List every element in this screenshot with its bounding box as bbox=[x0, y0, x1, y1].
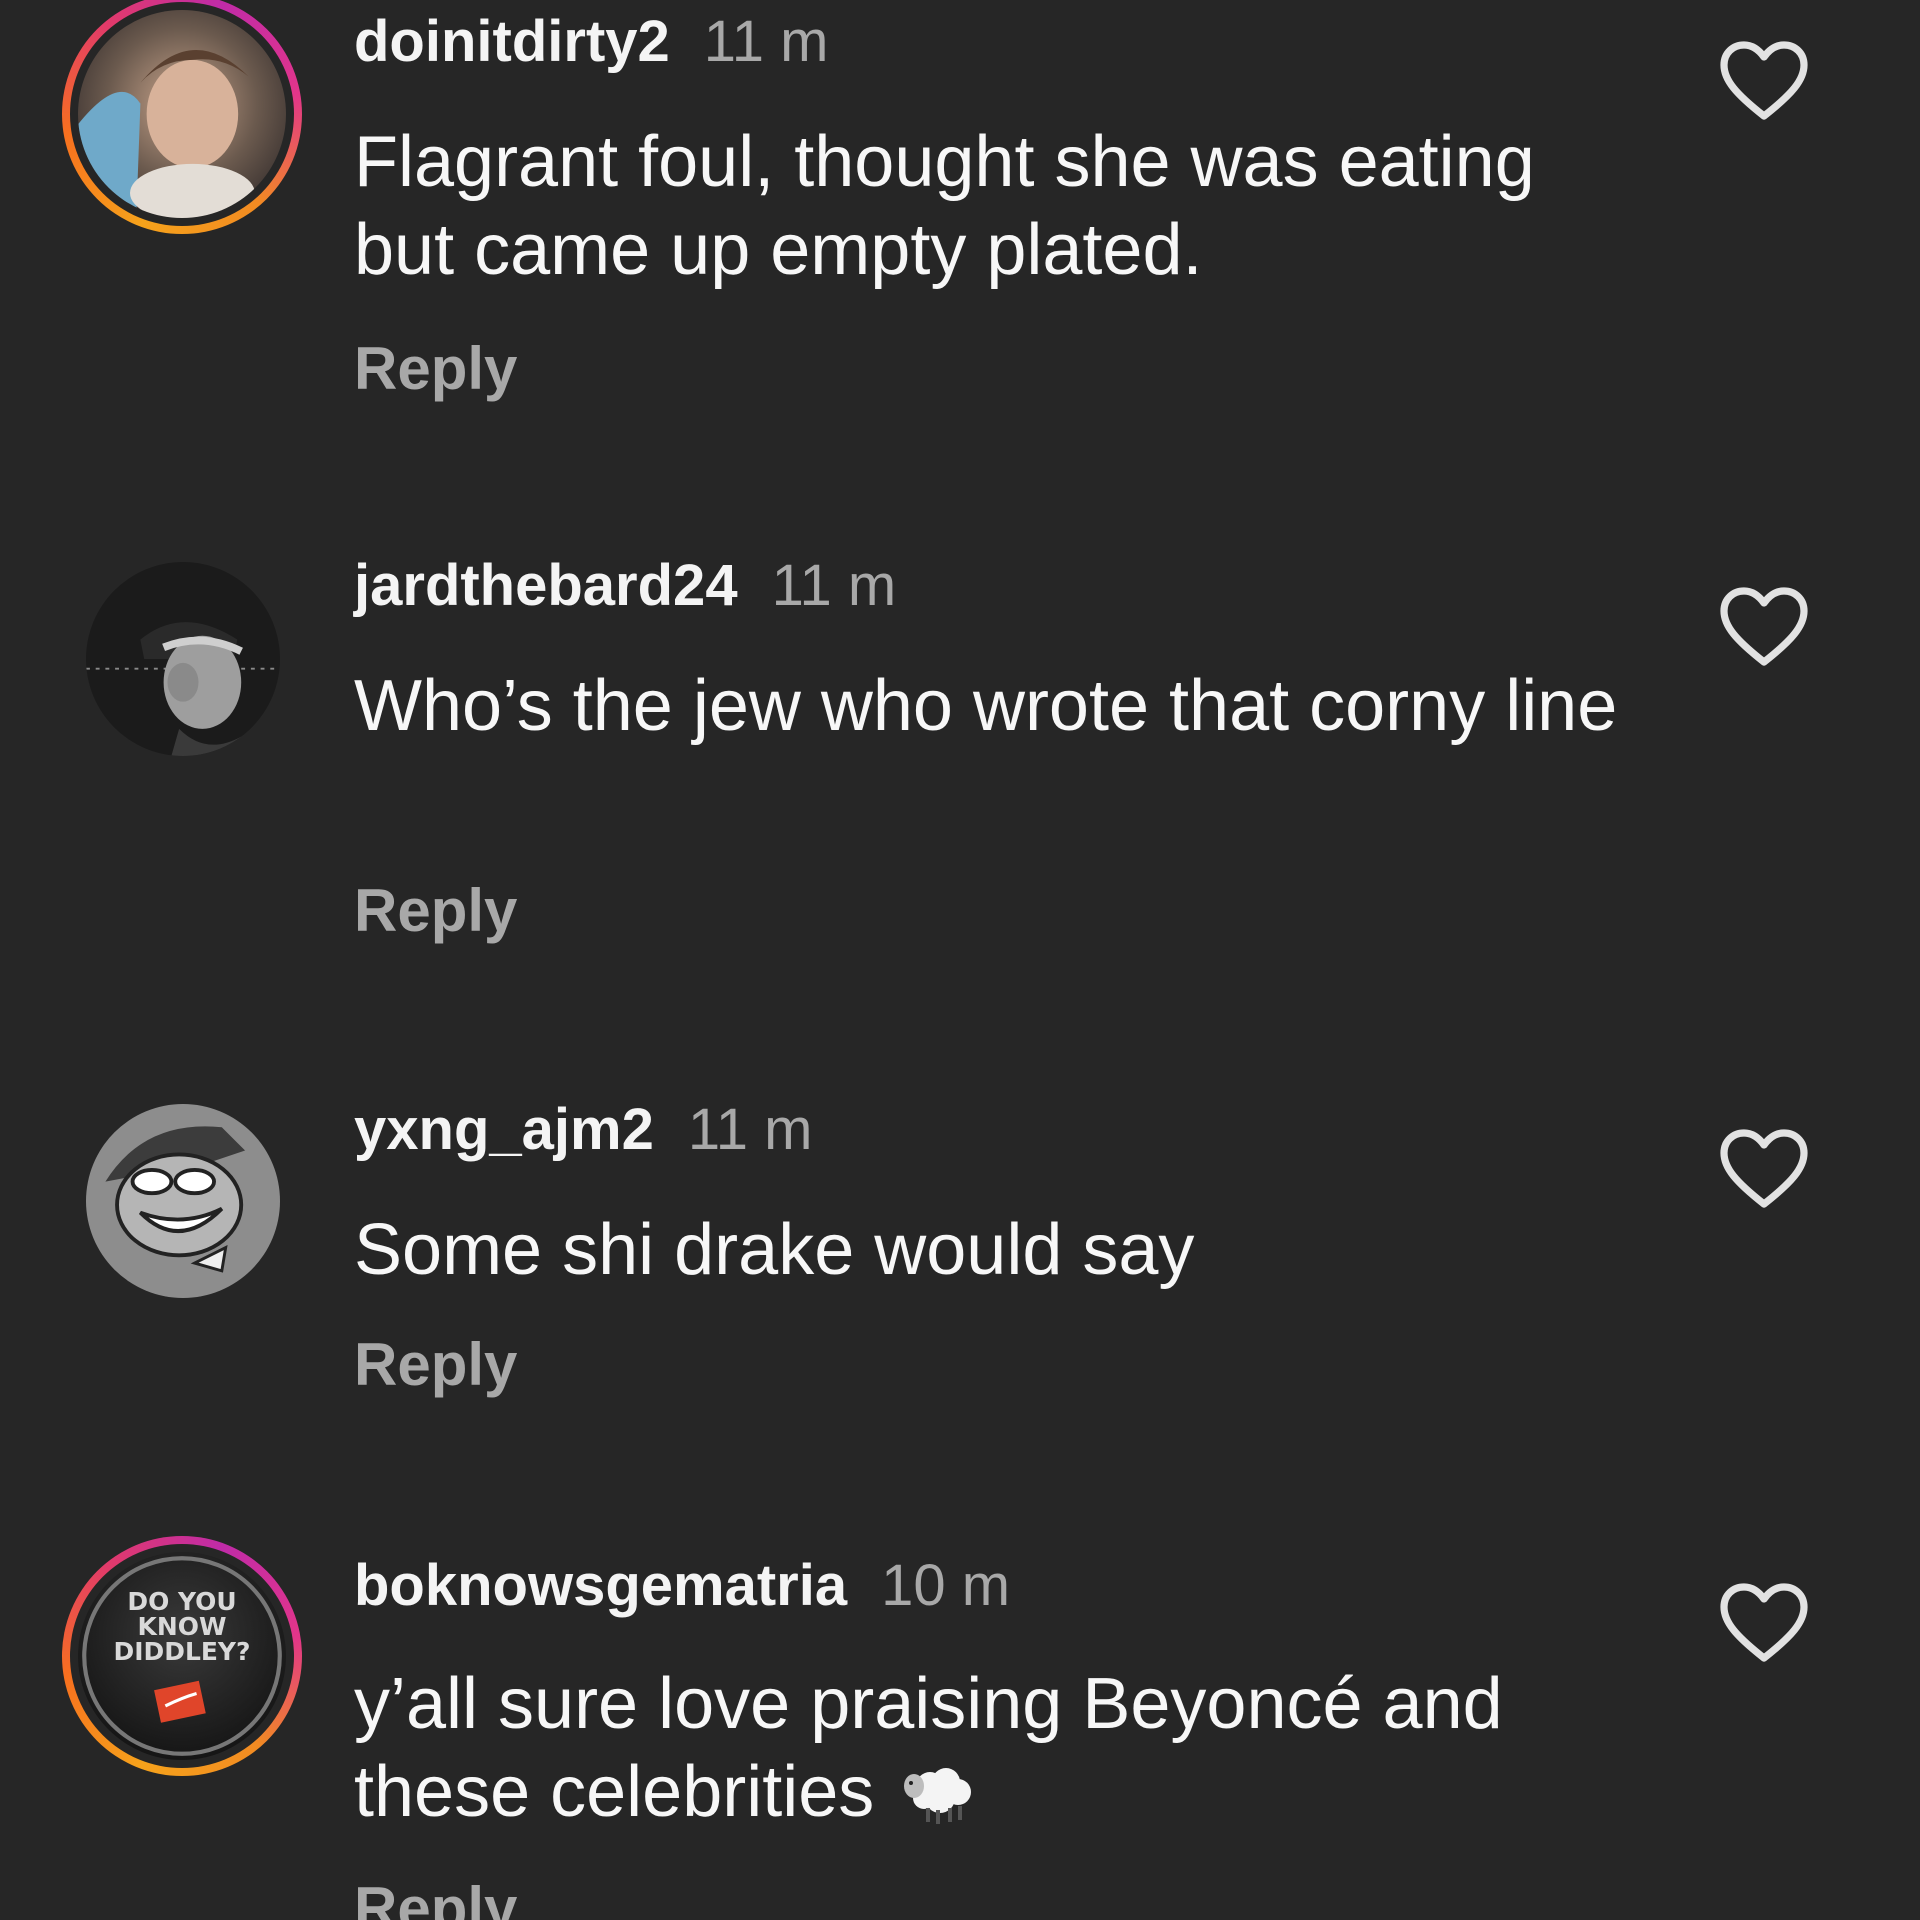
timestamp: 11 m bbox=[703, 9, 829, 74]
username[interactable]: jardthebard24 bbox=[354, 553, 738, 618]
avatar[interactable] bbox=[86, 1104, 280, 1298]
comment-header: jardthebard24 11 m bbox=[354, 552, 896, 619]
username[interactable]: boknowsgematria bbox=[354, 1553, 847, 1618]
comments-list: doinitdirty2 11 m Flagrant foul, thought … bbox=[0, 0, 1920, 1920]
comment-text: Some shi drake would say bbox=[354, 1210, 1195, 1290]
reply-button[interactable]: Reply bbox=[354, 1330, 517, 1399]
avatar[interactable] bbox=[78, 10, 286, 218]
cartoon-profile-photo-icon bbox=[86, 1104, 280, 1298]
heart-outline-icon bbox=[1720, 587, 1808, 666]
sheep-emoji-icon bbox=[904, 1768, 972, 1824]
button-badge-profile-photo-icon: DO YOU KNOW DIDDLEY? bbox=[78, 1552, 286, 1760]
comment-header: doinitdirty2 11 m bbox=[354, 8, 828, 75]
heart-outline-icon bbox=[1720, 41, 1808, 120]
heart-outline-icon bbox=[1720, 1129, 1808, 1208]
timestamp: 11 m bbox=[771, 553, 897, 618]
like-button[interactable] bbox=[1716, 1122, 1812, 1218]
reply-button[interactable]: Reply bbox=[354, 1874, 517, 1920]
comment-header: yxng_ajm2 11 m bbox=[354, 1096, 812, 1163]
story-ring[interactable] bbox=[62, 0, 302, 234]
comment-header: boknowsgematria 10 m bbox=[354, 1552, 1010, 1619]
profile-photo-icon bbox=[86, 562, 280, 756]
svg-text:DIDDLEY?: DIDDLEY? bbox=[114, 1637, 251, 1666]
avatar[interactable] bbox=[86, 562, 280, 756]
timestamp: 10 m bbox=[881, 1553, 1011, 1618]
comment-text: y’all sure love praising Beyoncé and the… bbox=[354, 1660, 1654, 1836]
like-button[interactable] bbox=[1716, 34, 1812, 130]
reply-button[interactable]: Reply bbox=[354, 876, 517, 945]
reply-button[interactable]: Reply bbox=[354, 334, 517, 403]
profile-photo-icon bbox=[78, 10, 286, 218]
story-ring[interactable]: DO YOU KNOW DIDDLEY? bbox=[62, 1536, 302, 1776]
username[interactable]: yxng_ajm2 bbox=[354, 1097, 654, 1162]
like-button[interactable] bbox=[1716, 580, 1812, 676]
comment-text: Flagrant foul, thought she was eating bu… bbox=[354, 122, 1535, 290]
avatar[interactable]: DO YOU KNOW DIDDLEY? bbox=[78, 1552, 286, 1760]
comment-text: Who’s the jew who wrote that corny line bbox=[354, 666, 1618, 746]
heart-outline-icon bbox=[1720, 1583, 1808, 1662]
timestamp: 11 m bbox=[687, 1097, 813, 1162]
like-button[interactable] bbox=[1716, 1576, 1812, 1672]
username[interactable]: doinitdirty2 bbox=[354, 9, 670, 74]
